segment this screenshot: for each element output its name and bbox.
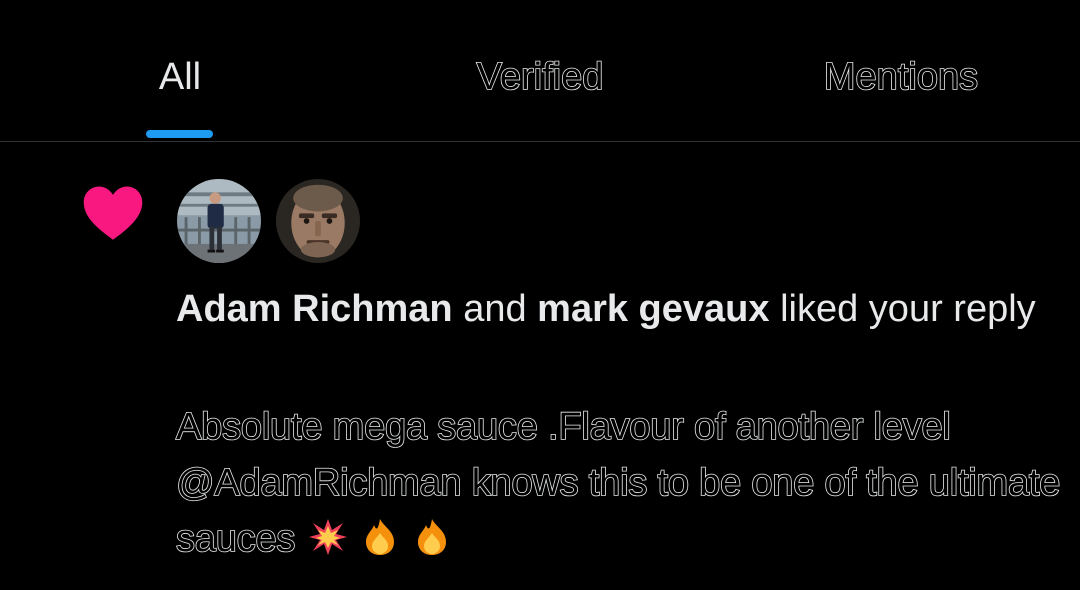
active-tab-indicator (146, 130, 213, 138)
tab-all-label: All (158, 56, 202, 98)
tab-all[interactable]: All (118, 52, 242, 142)
tab-mentions[interactable]: Mentions (786, 52, 1016, 142)
tab-bar: All Verified Mentions (0, 0, 1080, 142)
fire-emoji-icon (418, 519, 447, 555)
avatar-photo-icon (177, 179, 261, 263)
tab-verified-label: Verified (476, 55, 604, 99)
notification-message: Adam Richman and mark gevaux liked your … (176, 281, 1056, 337)
tab-verified[interactable]: Verified (430, 52, 650, 142)
fire-emoji-icon (365, 519, 394, 555)
user-name-mark-gevaux[interactable]: mark gevaux (537, 288, 769, 330)
avatar-mark-gevaux[interactable] (274, 177, 362, 265)
avatar-adam-richman[interactable] (175, 177, 263, 265)
tab-mentions-label: Mentions (823, 55, 979, 99)
collision-emoji-icon (308, 519, 347, 555)
action-text: liked your reply (780, 288, 1036, 330)
avatar-photo-icon (276, 179, 360, 263)
conjunction-text: and (463, 288, 527, 330)
like-notification[interactable]: Adam Richman and mark gevaux liked your … (0, 143, 1080, 590)
user-name-adam-richman[interactable]: Adam Richman (176, 288, 453, 330)
heart-icon (83, 186, 143, 240)
liked-reply-text[interactable]: Absolute mega sauce .Flavour of another … (175, 399, 1066, 567)
